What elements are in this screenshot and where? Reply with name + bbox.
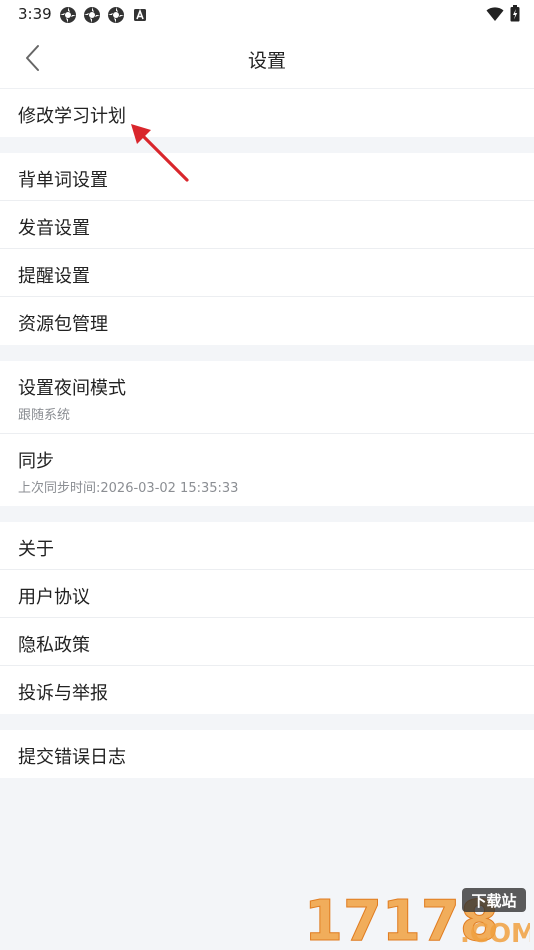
font-notification-icon: [134, 8, 146, 21]
app-notification-icon: [108, 7, 124, 23]
settings-item-label: 发音设置: [18, 218, 90, 239]
app-notification-icon: [60, 7, 76, 23]
annotation-arrow-icon: [131, 124, 189, 182]
page-title: 设置: [247, 50, 286, 72]
watermark-logo: 17178 下载站 .COM: [300, 886, 534, 950]
settings-item-sync[interactable]: 同步 上次同步时间:2026-03-02 15:35:33: [0, 434, 534, 506]
settings-item-word-settings[interactable]: 背单词设置: [0, 153, 534, 201]
settings-item-report[interactable]: 投诉与举报: [0, 666, 534, 714]
settings-item-label: 投诉与举报: [18, 683, 108, 704]
settings-item-label: 提交错误日志: [18, 747, 126, 768]
settings-item-pronunciation[interactable]: 发音设置: [0, 201, 534, 249]
settings-item-subtitle: 跟随系统: [18, 408, 71, 423]
settings-item-label: 资源包管理: [18, 314, 108, 335]
settings-item-privacy-policy[interactable]: 隐私政策: [0, 618, 534, 666]
settings-item-study-plan[interactable]: 修改学习计划: [0, 89, 534, 137]
battery-charging-icon: [510, 5, 520, 22]
settings-item-label: 修改学习计划: [18, 106, 126, 127]
settings-item-label: 隐私政策: [18, 635, 90, 656]
settings-item-subtitle: 上次同步时间:2026-03-02 15:35:33: [18, 481, 239, 496]
system-icons: [486, 5, 520, 22]
app-bar: 设置: [0, 28, 534, 89]
settings-item-label: 提醒设置: [18, 266, 90, 287]
settings-item-label: 设置夜间模式: [18, 378, 126, 399]
status-bar: 3:39: [0, 0, 534, 28]
wifi-icon: [486, 6, 504, 21]
settings-item-submit-error-log[interactable]: 提交错误日志: [0, 730, 534, 778]
status-time: 3:39: [18, 5, 52, 23]
settings-item-about[interactable]: 关于: [0, 522, 534, 570]
settings-item-label: 用户协议: [18, 587, 90, 608]
settings-item-user-agreement[interactable]: 用户协议: [0, 570, 534, 618]
settings-item-night-mode[interactable]: 设置夜间模式 跟随系统: [0, 361, 534, 434]
settings-item-reminder[interactable]: 提醒设置: [0, 249, 534, 297]
settings-item-label: 关于: [18, 539, 54, 560]
watermark-domain: .COM: [460, 919, 530, 946]
settings-item-label: 背单词设置: [18, 170, 108, 191]
settings-item-resource-packs[interactable]: 资源包管理: [0, 297, 534, 345]
app-notification-icon: [84, 7, 100, 23]
settings-item-label: 同步: [18, 451, 54, 472]
notification-icons: [59, 6, 149, 24]
watermark-tag: 下载站: [471, 892, 516, 910]
